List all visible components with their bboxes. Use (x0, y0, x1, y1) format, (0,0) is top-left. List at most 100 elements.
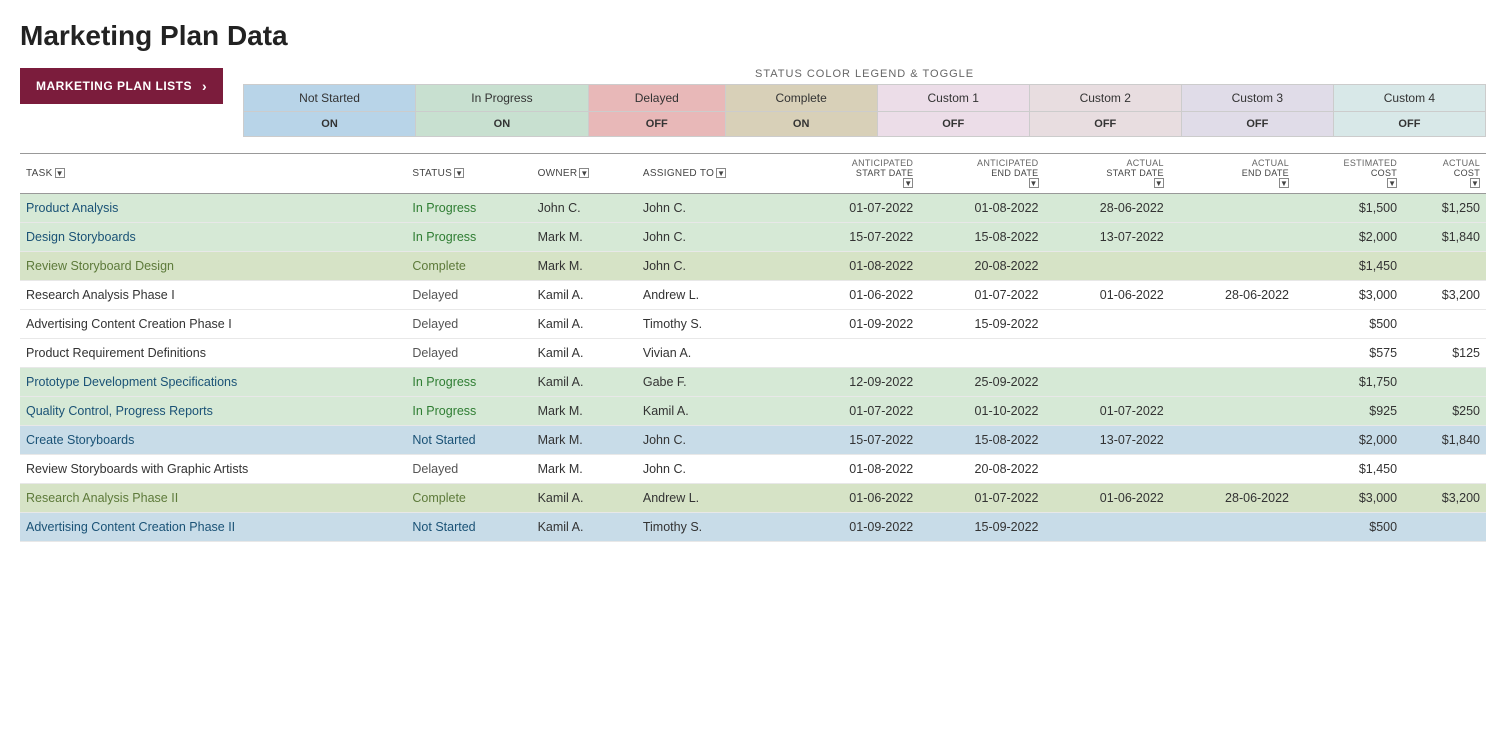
legend-toggle[interactable]: ON (415, 112, 588, 137)
legend-toggle[interactable]: ON (244, 112, 416, 137)
data-cell: 28-06-2022 (1170, 484, 1295, 513)
filter-icon[interactable]: ▼ (579, 168, 589, 178)
data-cell: John C. (532, 194, 637, 223)
data-cell: John C. (637, 223, 794, 252)
filter-icon[interactable]: ▼ (903, 178, 913, 188)
legend-status-label[interactable]: Custom 2 (1029, 85, 1181, 112)
data-cell: $2,000 (1295, 223, 1403, 252)
status-cell: Delayed (406, 339, 531, 368)
table-row: Quality Control, Progress ReportsIn Prog… (20, 397, 1486, 426)
legend-section: STATUS COLOR LEGEND & TOGGLE Not Started… (243, 68, 1486, 137)
legend-toggle[interactable]: OFF (1181, 112, 1333, 137)
data-cell (1170, 194, 1295, 223)
data-cell: $1,250 (1403, 194, 1486, 223)
data-cell: Andrew L. (637, 484, 794, 513)
data-cell (1403, 368, 1486, 397)
filter-icon[interactable]: ▼ (1154, 178, 1164, 188)
data-cell: Mark M. (532, 397, 637, 426)
data-cell (1170, 426, 1295, 455)
data-cell: 25-09-2022 (919, 368, 1044, 397)
task-cell: Product Requirement Definitions (20, 339, 406, 368)
data-cell: 28-06-2022 (1045, 194, 1170, 223)
data-cell: John C. (637, 194, 794, 223)
column-header-2: OWNER▼ (532, 154, 637, 194)
data-cell (1403, 252, 1486, 281)
data-cell (1045, 252, 1170, 281)
marketing-plan-lists-button[interactable]: MARKETING PLAN LISTS › (20, 68, 223, 104)
filter-icon[interactable]: ▼ (55, 168, 65, 178)
column-header-4: ANTICIPATEDSTART DATE▼ (794, 154, 919, 194)
data-cell: 13-07-2022 (1045, 426, 1170, 455)
data-cell: 01-08-2022 (794, 455, 919, 484)
data-cell: Kamil A. (532, 368, 637, 397)
legend-status-label[interactable]: Not Started (244, 85, 416, 112)
legend-toggle[interactable]: OFF (1333, 112, 1485, 137)
task-cell: Prototype Development Specifications (20, 368, 406, 397)
legend-status-label[interactable]: In Progress (415, 85, 588, 112)
data-cell: 15-09-2022 (919, 310, 1044, 339)
status-cell: In Progress (406, 194, 531, 223)
task-cell: Quality Control, Progress Reports (20, 397, 406, 426)
data-cell: Mark M. (532, 455, 637, 484)
filter-icon[interactable]: ▼ (716, 168, 726, 178)
data-cell: Kamil A. (532, 339, 637, 368)
data-cell: Kamil A. (637, 397, 794, 426)
data-cell: John C. (637, 426, 794, 455)
legend-status-label[interactable]: Custom 3 (1181, 85, 1333, 112)
row-separator (20, 541, 1486, 542)
data-cell: Mark M. (532, 252, 637, 281)
data-cell: 01-06-2022 (794, 281, 919, 310)
filter-icon[interactable]: ▼ (1029, 178, 1039, 188)
data-cell: 01-06-2022 (1045, 484, 1170, 513)
data-cell (1045, 368, 1170, 397)
legend-toggle[interactable]: OFF (1029, 112, 1181, 137)
data-cell: 15-08-2022 (919, 223, 1044, 252)
task-cell: Advertising Content Creation Phase II (20, 513, 406, 542)
data-cell: 15-07-2022 (794, 426, 919, 455)
data-cell: 01-08-2022 (794, 252, 919, 281)
legend-title: STATUS COLOR LEGEND & TOGGLE (243, 68, 1486, 80)
data-cell (1170, 252, 1295, 281)
data-cell (794, 339, 919, 368)
task-cell: Create Storyboards (20, 426, 406, 455)
status-cell: Delayed (406, 310, 531, 339)
table-row: Research Analysis Phase IICompleteKamil … (20, 484, 1486, 513)
data-cell: $3,200 (1403, 484, 1486, 513)
filter-icon[interactable]: ▼ (1470, 178, 1480, 188)
legend-status-label[interactable]: Complete (725, 85, 877, 112)
task-cell: Research Analysis Phase II (20, 484, 406, 513)
data-cell (1170, 339, 1295, 368)
column-header-1: STATUS▼ (406, 154, 531, 194)
column-header-6: ACTUALSTART DATE▼ (1045, 154, 1170, 194)
legend-status-label[interactable]: Custom 1 (877, 85, 1029, 112)
data-cell: 01-09-2022 (794, 513, 919, 542)
data-cell: $2,000 (1295, 426, 1403, 455)
task-cell: Review Storyboards with Graphic Artists (20, 455, 406, 484)
column-header-8: ESTIMATEDCOST▼ (1295, 154, 1403, 194)
filter-icon[interactable]: ▼ (454, 168, 464, 178)
legend-status-label[interactable]: Custom 4 (1333, 85, 1485, 112)
filter-icon[interactable]: ▼ (1279, 178, 1289, 188)
status-cell: Complete (406, 484, 531, 513)
status-cell: In Progress (406, 368, 531, 397)
data-cell: 01-07-2022 (794, 194, 919, 223)
data-cell: 01-07-2022 (794, 397, 919, 426)
column-header-7: ACTUALEND DATE▼ (1170, 154, 1295, 194)
table-row: Product AnalysisIn ProgressJohn C.John C… (20, 194, 1486, 223)
legend-toggle[interactable]: OFF (877, 112, 1029, 137)
data-cell (1403, 455, 1486, 484)
data-cell: 01-08-2022 (919, 194, 1044, 223)
filter-icon[interactable]: ▼ (1387, 178, 1397, 188)
legend-toggle[interactable]: OFF (588, 112, 725, 137)
table-row: Design StoryboardsIn ProgressMark M.John… (20, 223, 1486, 252)
data-cell: 20-08-2022 (919, 455, 1044, 484)
data-cell: $925 (1295, 397, 1403, 426)
data-cell: 01-07-2022 (1045, 397, 1170, 426)
data-cell: $1,840 (1403, 223, 1486, 252)
status-cell: Not Started (406, 426, 531, 455)
legend-status-label[interactable]: Delayed (588, 85, 725, 112)
legend-toggle[interactable]: ON (725, 112, 877, 137)
status-cell: Not Started (406, 513, 531, 542)
column-header-5: ANTICIPATEDEND DATE▼ (919, 154, 1044, 194)
data-cell: John C. (637, 455, 794, 484)
